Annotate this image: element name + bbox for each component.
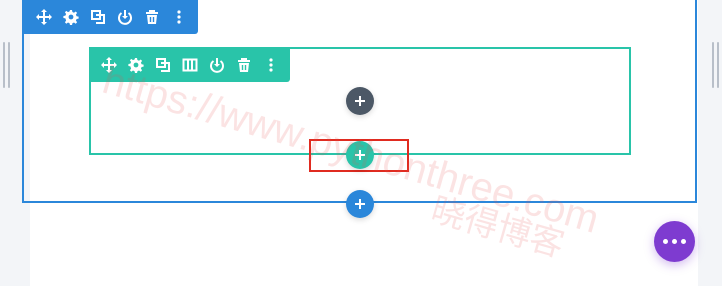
- add-module-button[interactable]: [346, 87, 374, 115]
- plus-icon: [355, 199, 365, 209]
- columns-icon: [182, 58, 198, 72]
- duplicate-icon: [90, 10, 105, 24]
- delete-trash-icon: [145, 10, 158, 24]
- section-more-button[interactable]: [165, 0, 192, 34]
- settings-gear-icon: [62, 10, 79, 25]
- delete-trash-icon: [237, 58, 250, 72]
- save-to-library-icon: [209, 58, 224, 73]
- move-icon: [101, 57, 118, 73]
- add-row-button[interactable]: [346, 141, 374, 169]
- settings-gear-icon: [128, 58, 144, 73]
- plus-icon: [355, 150, 365, 160]
- save-to-library-icon: [117, 10, 132, 25]
- row-toolbar: [90, 48, 290, 82]
- row-duplicate-button[interactable]: [150, 48, 177, 82]
- left-resize-handle[interactable]: [3, 42, 11, 88]
- duplicate-icon: [156, 58, 171, 72]
- right-resize-handle[interactable]: [712, 42, 720, 88]
- more-vertical-icon: [268, 58, 273, 72]
- section-delete-button[interactable]: [138, 0, 165, 34]
- section-save-button[interactable]: [111, 0, 138, 34]
- row-columns-button[interactable]: [177, 48, 204, 82]
- move-icon: [35, 9, 52, 25]
- row-settings-button[interactable]: [123, 48, 150, 82]
- add-section-button[interactable]: [346, 190, 374, 218]
- section-toolbar: [24, 0, 198, 34]
- more-horizontal-icon: [663, 239, 668, 244]
- row-delete-button[interactable]: [230, 48, 257, 82]
- section-duplicate-button[interactable]: [84, 0, 111, 34]
- page-settings-button[interactable]: [654, 221, 695, 262]
- row-move-button[interactable]: [96, 48, 123, 82]
- section-settings-button[interactable]: [57, 0, 84, 34]
- plus-icon: [355, 96, 365, 106]
- row-save-button[interactable]: [203, 48, 230, 82]
- more-vertical-icon: [176, 10, 181, 24]
- row-more-button[interactable]: [257, 48, 284, 82]
- section-move-button[interactable]: [30, 0, 57, 34]
